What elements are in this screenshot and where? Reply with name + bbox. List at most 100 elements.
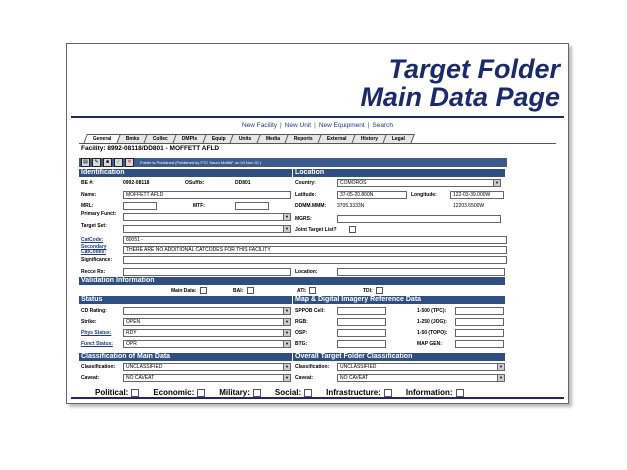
catcode-field[interactable]: 80051 -: [123, 236, 507, 244]
phys-status-value: RDY: [126, 330, 137, 336]
top-nav: New Facility | New Unit | New Equipment | Sear…: [75, 122, 560, 129]
facility-title: Facility: 8992-08118/DD801 - MOFFETT AFL…: [81, 145, 220, 152]
primary-funct-select[interactable]: ▼: [123, 213, 291, 221]
joint-target-label: Joint Target List?: [295, 227, 337, 233]
main-data-checkbox[interactable]: [200, 287, 207, 294]
tdi-checkbox[interactable]: [376, 287, 383, 294]
tpc-field[interactable]: [455, 307, 504, 315]
strike-label: Strike:: [81, 319, 97, 325]
mapgen-field[interactable]: [455, 340, 504, 348]
caveat-main-label: Caveat:: [81, 375, 100, 381]
mrl-field[interactable]: [123, 202, 157, 210]
nav-search[interactable]: Search: [372, 122, 393, 129]
classification-main-label: Classification:: [81, 364, 116, 370]
nav-separator: |: [314, 122, 316, 129]
target-set-label: Target Set:: [81, 223, 107, 229]
longitude-field[interactable]: 122-03-39.000W: [450, 191, 504, 199]
rgb-field[interactable]: [337, 318, 386, 326]
main-data-label: Main Data:: [171, 288, 197, 294]
caveat-overall-value: NO CAVEAT: [340, 375, 369, 381]
secondary-catcodes-field[interactable]: THERE ARE NO ADDITIONAL CATCODES FOR THI…: [123, 246, 507, 254]
publish-status-message: Folder is Published (Published by FTC Sa…: [140, 160, 262, 165]
joint-target-checkbox[interactable]: [349, 226, 356, 233]
bottom-rule: [71, 397, 564, 399]
tab-underline: [79, 143, 556, 144]
name-field[interactable]: MOFFETT AFLD: [123, 191, 291, 199]
checkmark-icon[interactable]: ✓: [114, 158, 123, 167]
strike-select[interactable]: OPEN ▼: [123, 318, 291, 326]
phys-status-select[interactable]: RDY ▼: [123, 329, 291, 337]
be-label: BE #:: [81, 180, 94, 186]
target-set-select[interactable]: ▼: [123, 225, 291, 233]
caveat-overall-select[interactable]: NO CAVEAT ▼: [337, 374, 505, 382]
infrastructure-checkbox[interactable]: [383, 388, 392, 397]
economic-checkbox[interactable]: [197, 388, 206, 397]
spob-field[interactable]: [337, 307, 386, 315]
latitude-label: Latitude:: [295, 192, 317, 198]
classification-main-header: Classification of Main Data: [79, 353, 292, 361]
btg-label: BTG:: [295, 341, 308, 347]
nav-new-unit[interactable]: New Unit: [285, 122, 311, 129]
jog-field[interactable]: [455, 318, 504, 326]
slide: Target Folder Main Data Page New Facilit…: [66, 43, 569, 404]
publish-icon[interactable]: ✕: [125, 158, 134, 167]
osp-label: OSP:: [295, 330, 308, 336]
funct-status-link[interactable]: Funct Status:: [81, 341, 113, 347]
bai-label: BAI:: [233, 288, 244, 294]
tdi-label: TDI:: [363, 288, 373, 294]
mgrs-field[interactable]: [337, 215, 501, 223]
country-select[interactable]: COMOROS ▼: [337, 179, 501, 187]
btg-field[interactable]: [337, 340, 386, 348]
validation-header: Validation Information: [79, 277, 505, 285]
classification-overall-select[interactable]: UNCLASSIFIED ▼: [337, 363, 505, 371]
political-checkbox[interactable]: [131, 388, 140, 397]
rgb-label: RGB:: [295, 319, 308, 325]
save-icon[interactable]: ■: [103, 158, 112, 167]
classification-main-value: UNCLASSIFIED: [126, 364, 163, 370]
nav-new-equipment[interactable]: New Equipment: [319, 122, 365, 129]
location-header: Location: [293, 169, 505, 177]
category-infrastructure: Infrastructure:: [326, 388, 392, 397]
catcode-link[interactable]: CatCode:: [81, 237, 103, 243]
bai-checkbox[interactable]: [247, 287, 254, 294]
edit-icon[interactable]: ✎: [92, 158, 101, 167]
identification-header: Identification: [79, 169, 292, 177]
information-checkbox[interactable]: [455, 388, 464, 397]
ati-checkbox[interactable]: [309, 287, 316, 294]
osuffix-label: OSuffix:: [185, 180, 205, 186]
phys-status-link[interactable]: Phys Status:: [81, 330, 111, 336]
location-field[interactable]: [337, 268, 505, 276]
ddmm-lat-value: 3705.3333N: [337, 203, 365, 209]
secondary-catcodes-link[interactable]: Secondary CatCodes:: [81, 245, 121, 255]
category-political: Political:: [95, 388, 140, 397]
target-folder-ui: New Facility | New Unit | New Equipment | Sear…: [75, 118, 560, 398]
topo-field[interactable]: [455, 329, 504, 337]
classification-main-select[interactable]: UNCLASSIFIED ▼: [123, 363, 291, 371]
topo-label: 1-50 (TOPO):: [417, 330, 448, 336]
slide-title-line1: Target Folder: [388, 54, 560, 84]
primary-funct-label: Primary Funct:: [81, 211, 117, 217]
mgrs-label: MGRS:: [295, 216, 312, 222]
funct-status-select[interactable]: OPR ▼: [123, 340, 291, 348]
recce-field[interactable]: [123, 268, 291, 276]
nav-new-facility[interactable]: New Facility: [242, 122, 277, 129]
latitude-field[interactable]: 37-05-20.800N: [337, 191, 407, 199]
caveat-main-select[interactable]: NO CAVEAT ▼: [123, 374, 291, 382]
tab-bar: General Bmks Collec DMPIs Equip Units Me…: [83, 134, 415, 144]
cd-rating-select[interactable]: ▼: [123, 307, 291, 315]
military-checkbox[interactable]: [252, 388, 261, 397]
toolbar: ▤ ✎ ■ ✓ ✕ Folder is Published (Published…: [79, 158, 507, 167]
slide-title-line2: Main Data Page: [360, 82, 560, 112]
mtf-field[interactable]: [235, 202, 269, 210]
classification-overall-label: Classification:: [295, 364, 330, 370]
social-checkbox[interactable]: [304, 388, 313, 397]
osp-field[interactable]: [337, 329, 386, 337]
ddmm-label: DDMM.MMM:: [295, 203, 327, 209]
caveat-main-value: NO CAVEAT: [126, 375, 155, 381]
mrl-label: MRL:: [81, 203, 94, 209]
print-icon[interactable]: ▤: [81, 158, 90, 167]
location-label: Location:: [295, 269, 318, 275]
classification-overall-header: Overall Target Folder Classification: [293, 353, 505, 361]
significance-field[interactable]: [123, 256, 507, 264]
imagery-header: Map & Digital Imagery Reference Data: [293, 296, 505, 304]
